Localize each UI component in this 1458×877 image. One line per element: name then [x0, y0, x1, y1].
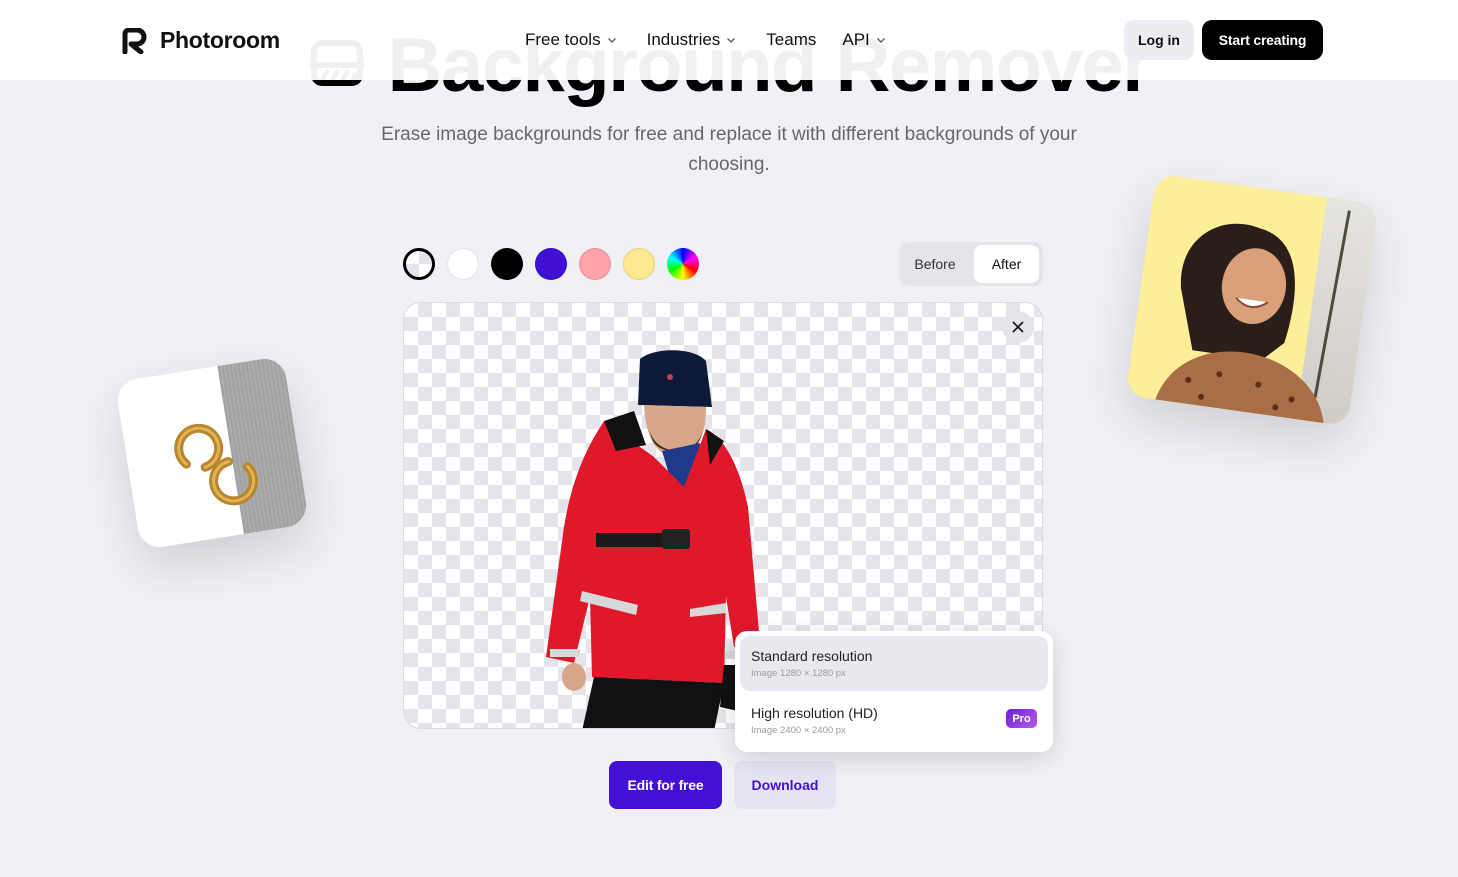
after-tab[interactable]: After: [974, 245, 1039, 283]
before-tab[interactable]: Before: [902, 245, 968, 283]
before-after-toggle: Before After: [899, 242, 1043, 286]
swatch-white[interactable]: [447, 248, 479, 280]
swatch-transparent[interactable]: [403, 248, 435, 280]
nav-free-tools[interactable]: Free tools: [525, 28, 617, 52]
swatch-pink[interactable]: [579, 248, 611, 280]
pro-badge: Pro: [1006, 709, 1037, 728]
chevron-down-icon: [727, 38, 736, 43]
portrait-image: [1155, 210, 1351, 424]
swatch-custom-color[interactable]: [667, 248, 699, 280]
earrings-image: [174, 423, 259, 506]
swatch-yellow[interactable]: [623, 248, 655, 280]
background-color-swatches: [403, 248, 699, 280]
login-button[interactable]: Log in: [1124, 20, 1194, 60]
photoroom-logo-icon: [122, 27, 147, 54]
example-card-earrings: [114, 355, 310, 551]
main-nav: Free tools Industries Teams API: [525, 28, 916, 52]
top-navigation: Photoroom Free tools Industries Teams AP…: [0, 0, 1458, 80]
nav-label: Teams: [766, 30, 817, 49]
option-subtitle: Image 1280 × 1280 px: [751, 668, 846, 679]
download-resolution-menu: Standard resolution Image 1280 × 1280 px…: [735, 631, 1053, 752]
example-card-portrait: [1125, 173, 1379, 427]
nav-industries[interactable]: Industries: [647, 28, 737, 52]
close-icon: [1012, 321, 1024, 333]
nav-teams[interactable]: Teams: [766, 28, 816, 52]
swatch-black[interactable]: [491, 248, 523, 280]
nav-label: API: [842, 30, 870, 49]
option-subtitle: Image 2400 × 2400 px: [751, 725, 846, 736]
option-standard-resolution[interactable]: Standard resolution Image 1280 × 1280 px: [740, 636, 1048, 691]
download-button[interactable]: Download: [734, 761, 836, 809]
nav-label: Industries: [646, 30, 721, 49]
option-title: High resolution (HD): [751, 705, 878, 721]
chevron-down-icon: [607, 38, 616, 43]
swatch-purple[interactable]: [535, 248, 567, 280]
brand-name: Photoroom: [160, 27, 280, 53]
brand-logo[interactable]: Photoroom: [122, 27, 280, 54]
hero-subtitle: Erase image backgrounds for free and rep…: [381, 124, 1077, 175]
edit-for-free-button[interactable]: Edit for free: [609, 761, 722, 809]
option-high-resolution[interactable]: High resolution (HD) Image 2400 × 2400 p…: [740, 693, 1048, 748]
chevron-down-icon: [876, 38, 885, 43]
option-title: Standard resolution: [751, 648, 873, 664]
nav-api[interactable]: API: [842, 28, 885, 52]
nav-label: Free tools: [525, 30, 601, 49]
close-button[interactable]: [1002, 311, 1034, 343]
start-creating-button[interactable]: Start creating: [1202, 20, 1323, 60]
